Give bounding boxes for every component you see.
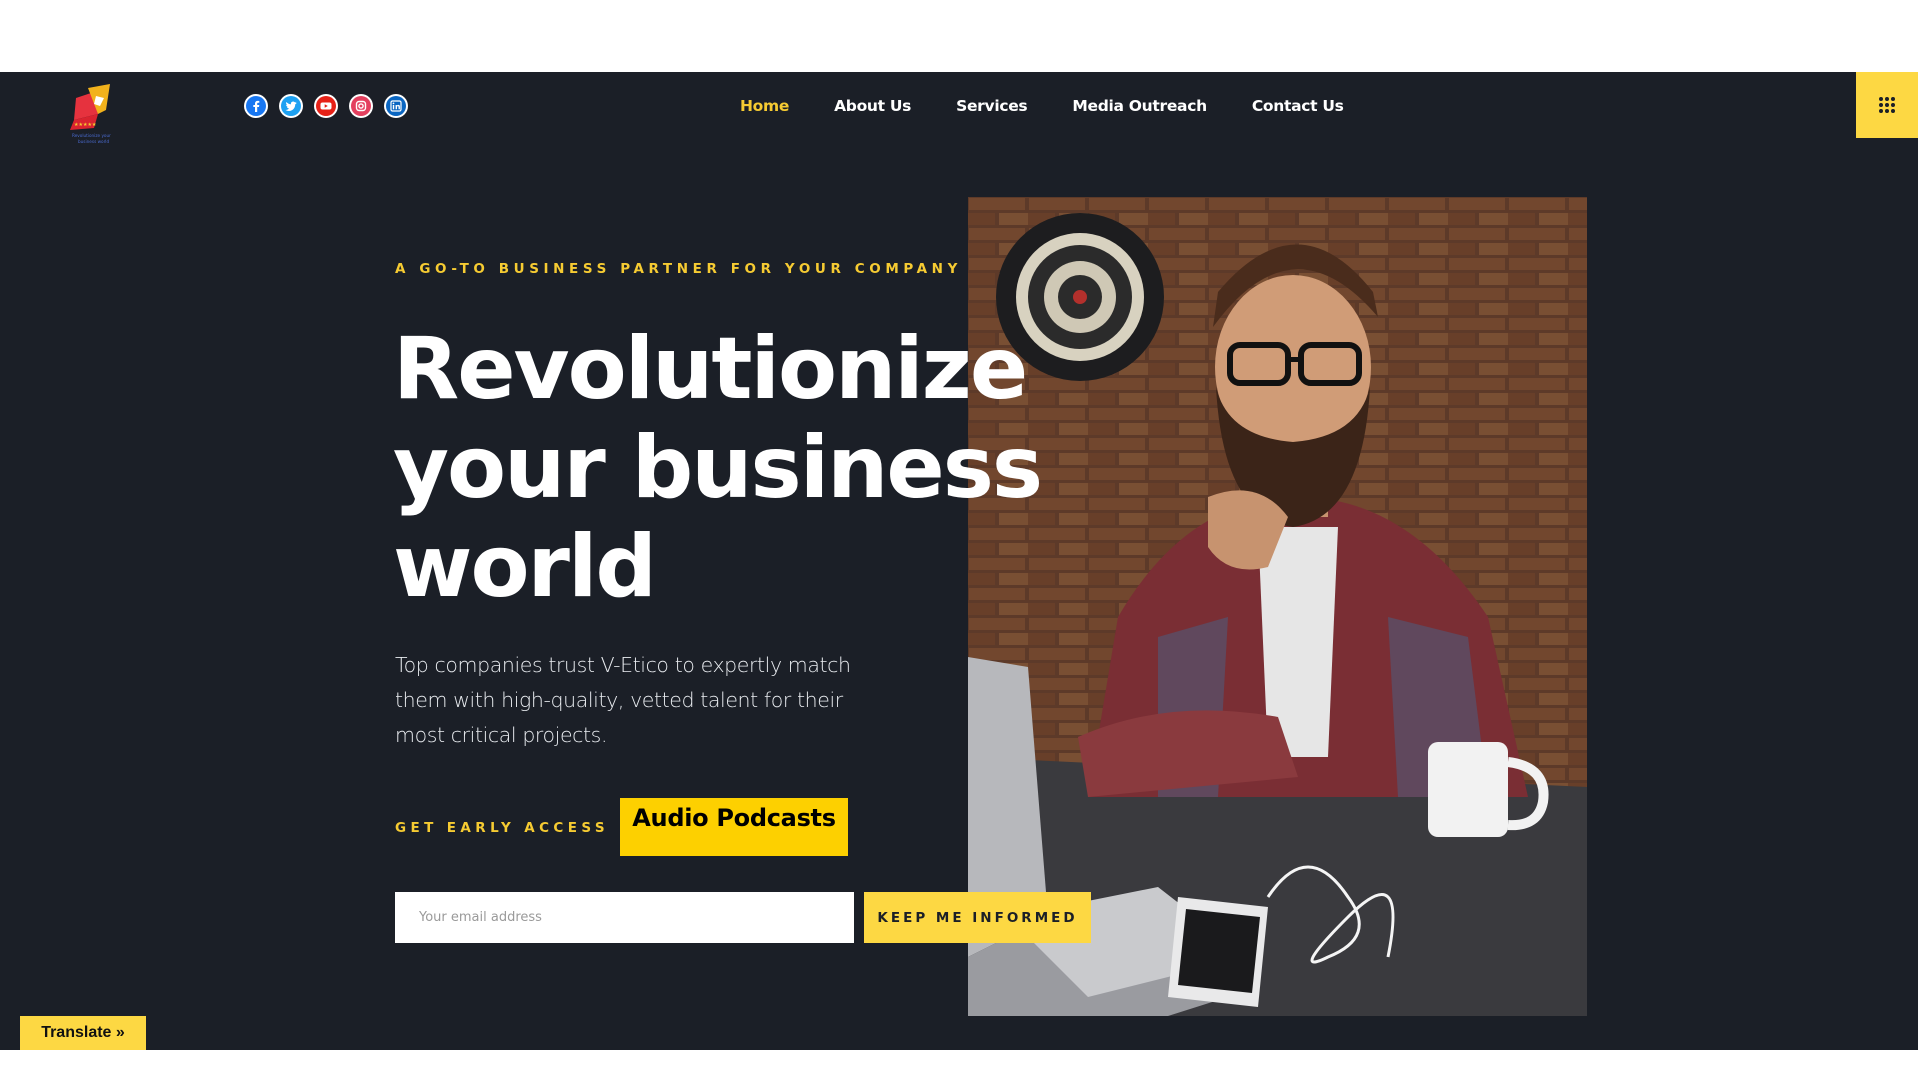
headline-line-1: Revolutionize	[393, 319, 1028, 419]
hero-description: Top companies trust V-Etico to expertly …	[395, 653, 851, 747]
nav-services[interactable]: Services	[956, 94, 1028, 118]
grid-menu-icon	[1879, 97, 1895, 113]
headline-line-2: your business	[393, 418, 1043, 518]
svg-text:business world: business world	[78, 139, 109, 144]
v-etico-logo-icon: ★★★★★ Revolutionize your business world	[70, 84, 111, 144]
keep-me-informed-button[interactable]: KEEP ME INFORMED	[864, 892, 1091, 943]
instagram-icon[interactable]	[349, 94, 373, 118]
nav-media-outreach[interactable]: Media Outreach	[1072, 94, 1207, 118]
menu-button[interactable]	[1856, 72, 1918, 138]
social-links	[244, 94, 408, 118]
nav-contact-us[interactable]: Contact Us	[1252, 94, 1344, 118]
top-white-margin	[0, 0, 1920, 72]
nav-about-us[interactable]: About Us	[834, 94, 911, 118]
svg-text:Revolutionize your: Revolutionize your	[72, 133, 111, 138]
linkedin-icon[interactable]	[384, 94, 408, 118]
translate-button[interactable]: Translate »	[20, 1016, 146, 1050]
audio-podcasts-button[interactable]: Audio Podcasts	[620, 798, 848, 856]
facebook-icon[interactable]	[244, 94, 268, 118]
main-nav: Home About Us Services Media Outreach Co…	[740, 94, 1344, 118]
hero-headline: Revolutionize your business world	[393, 319, 1043, 617]
site-logo[interactable]: ★★★★★ Revolutionize your business world	[70, 84, 128, 150]
bottom-white-margin	[0, 1050, 1920, 1080]
nav-home[interactable]: Home	[740, 94, 789, 118]
youtube-icon[interactable]	[314, 94, 338, 118]
svg-text:★★★★★: ★★★★★	[74, 122, 97, 128]
twitter-icon[interactable]	[279, 94, 303, 118]
early-access-label: GET EARLY ACCESS	[395, 820, 609, 836]
email-input[interactable]	[395, 892, 854, 943]
headline-line-3: world	[393, 517, 657, 617]
hero-eyebrow: A GO-TO BUSINESS PARTNER FOR YOUR COMPAN…	[395, 261, 962, 277]
hero-section: ★★★★★ Revolutionize your business world …	[0, 72, 1918, 1050]
